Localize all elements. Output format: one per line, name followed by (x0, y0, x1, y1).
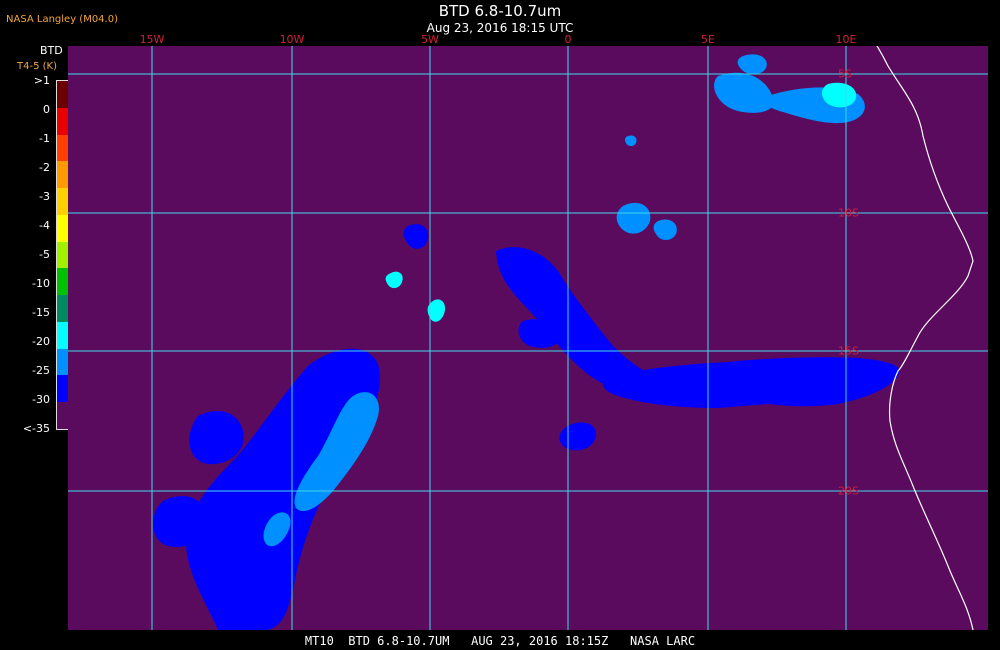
coastline (876, 46, 974, 630)
footer-caption: MT10 BTD 6.8-10.7UM AUG 23, 2016 18:15Z … (304, 634, 696, 648)
longitude-label: 10W (279, 33, 305, 46)
cloud-region-northeast (714, 72, 774, 113)
legend-label: -4 (39, 219, 50, 232)
cloud-region-southwest (185, 348, 380, 630)
legend-label: -2 (39, 161, 50, 174)
legend-label: -3 (39, 190, 50, 203)
legend-title: BTD (40, 44, 63, 57)
longitude-label: 15W (139, 33, 165, 46)
longitude-label: 5W (421, 33, 439, 46)
cloud-patch-north-2 (653, 219, 677, 240)
legend-label: -20 (32, 335, 50, 348)
map-title: BTD 6.8-10.7um (438, 2, 562, 20)
legend-label: -25 (32, 364, 50, 377)
cloud-region-northeast-patch (737, 54, 767, 75)
legend-label: 0 (43, 103, 50, 116)
latitude-label: 10S (838, 206, 859, 220)
longitude-label: 10E (835, 33, 857, 46)
latitude-label: 15S (838, 344, 859, 358)
cloud-patch-north-4 (403, 224, 429, 249)
cloud-field (152, 54, 900, 630)
satellite-map[interactable] (68, 46, 988, 630)
legend-label: -5 (39, 248, 50, 261)
longitude-label: 0 (564, 33, 572, 46)
cloud-region-eastern-band (602, 357, 900, 408)
latitude-label: 20S (838, 484, 859, 498)
legend-label: >1 (33, 74, 50, 87)
latitude-label: 5S (838, 67, 852, 81)
legend-label: -15 (32, 306, 50, 319)
longitude-label: 5E (701, 33, 715, 46)
source-label: NASA Langley (M04.0) (6, 14, 118, 25)
cloud-patch-north-6 (624, 135, 637, 146)
cloud-region-southwest-2 (189, 411, 244, 465)
legend-label: -10 (32, 277, 50, 290)
legend-label: <-35 (22, 422, 50, 435)
legend-label: -1 (39, 132, 50, 145)
map-layer (68, 46, 988, 630)
cloud-patch-north-3 (385, 271, 403, 289)
cloud-patch-north-1 (616, 202, 651, 234)
legend-label: -30 (32, 393, 50, 406)
cloud-region-southcentral (559, 422, 597, 451)
legend-units: T4-5 (K) (17, 61, 57, 72)
